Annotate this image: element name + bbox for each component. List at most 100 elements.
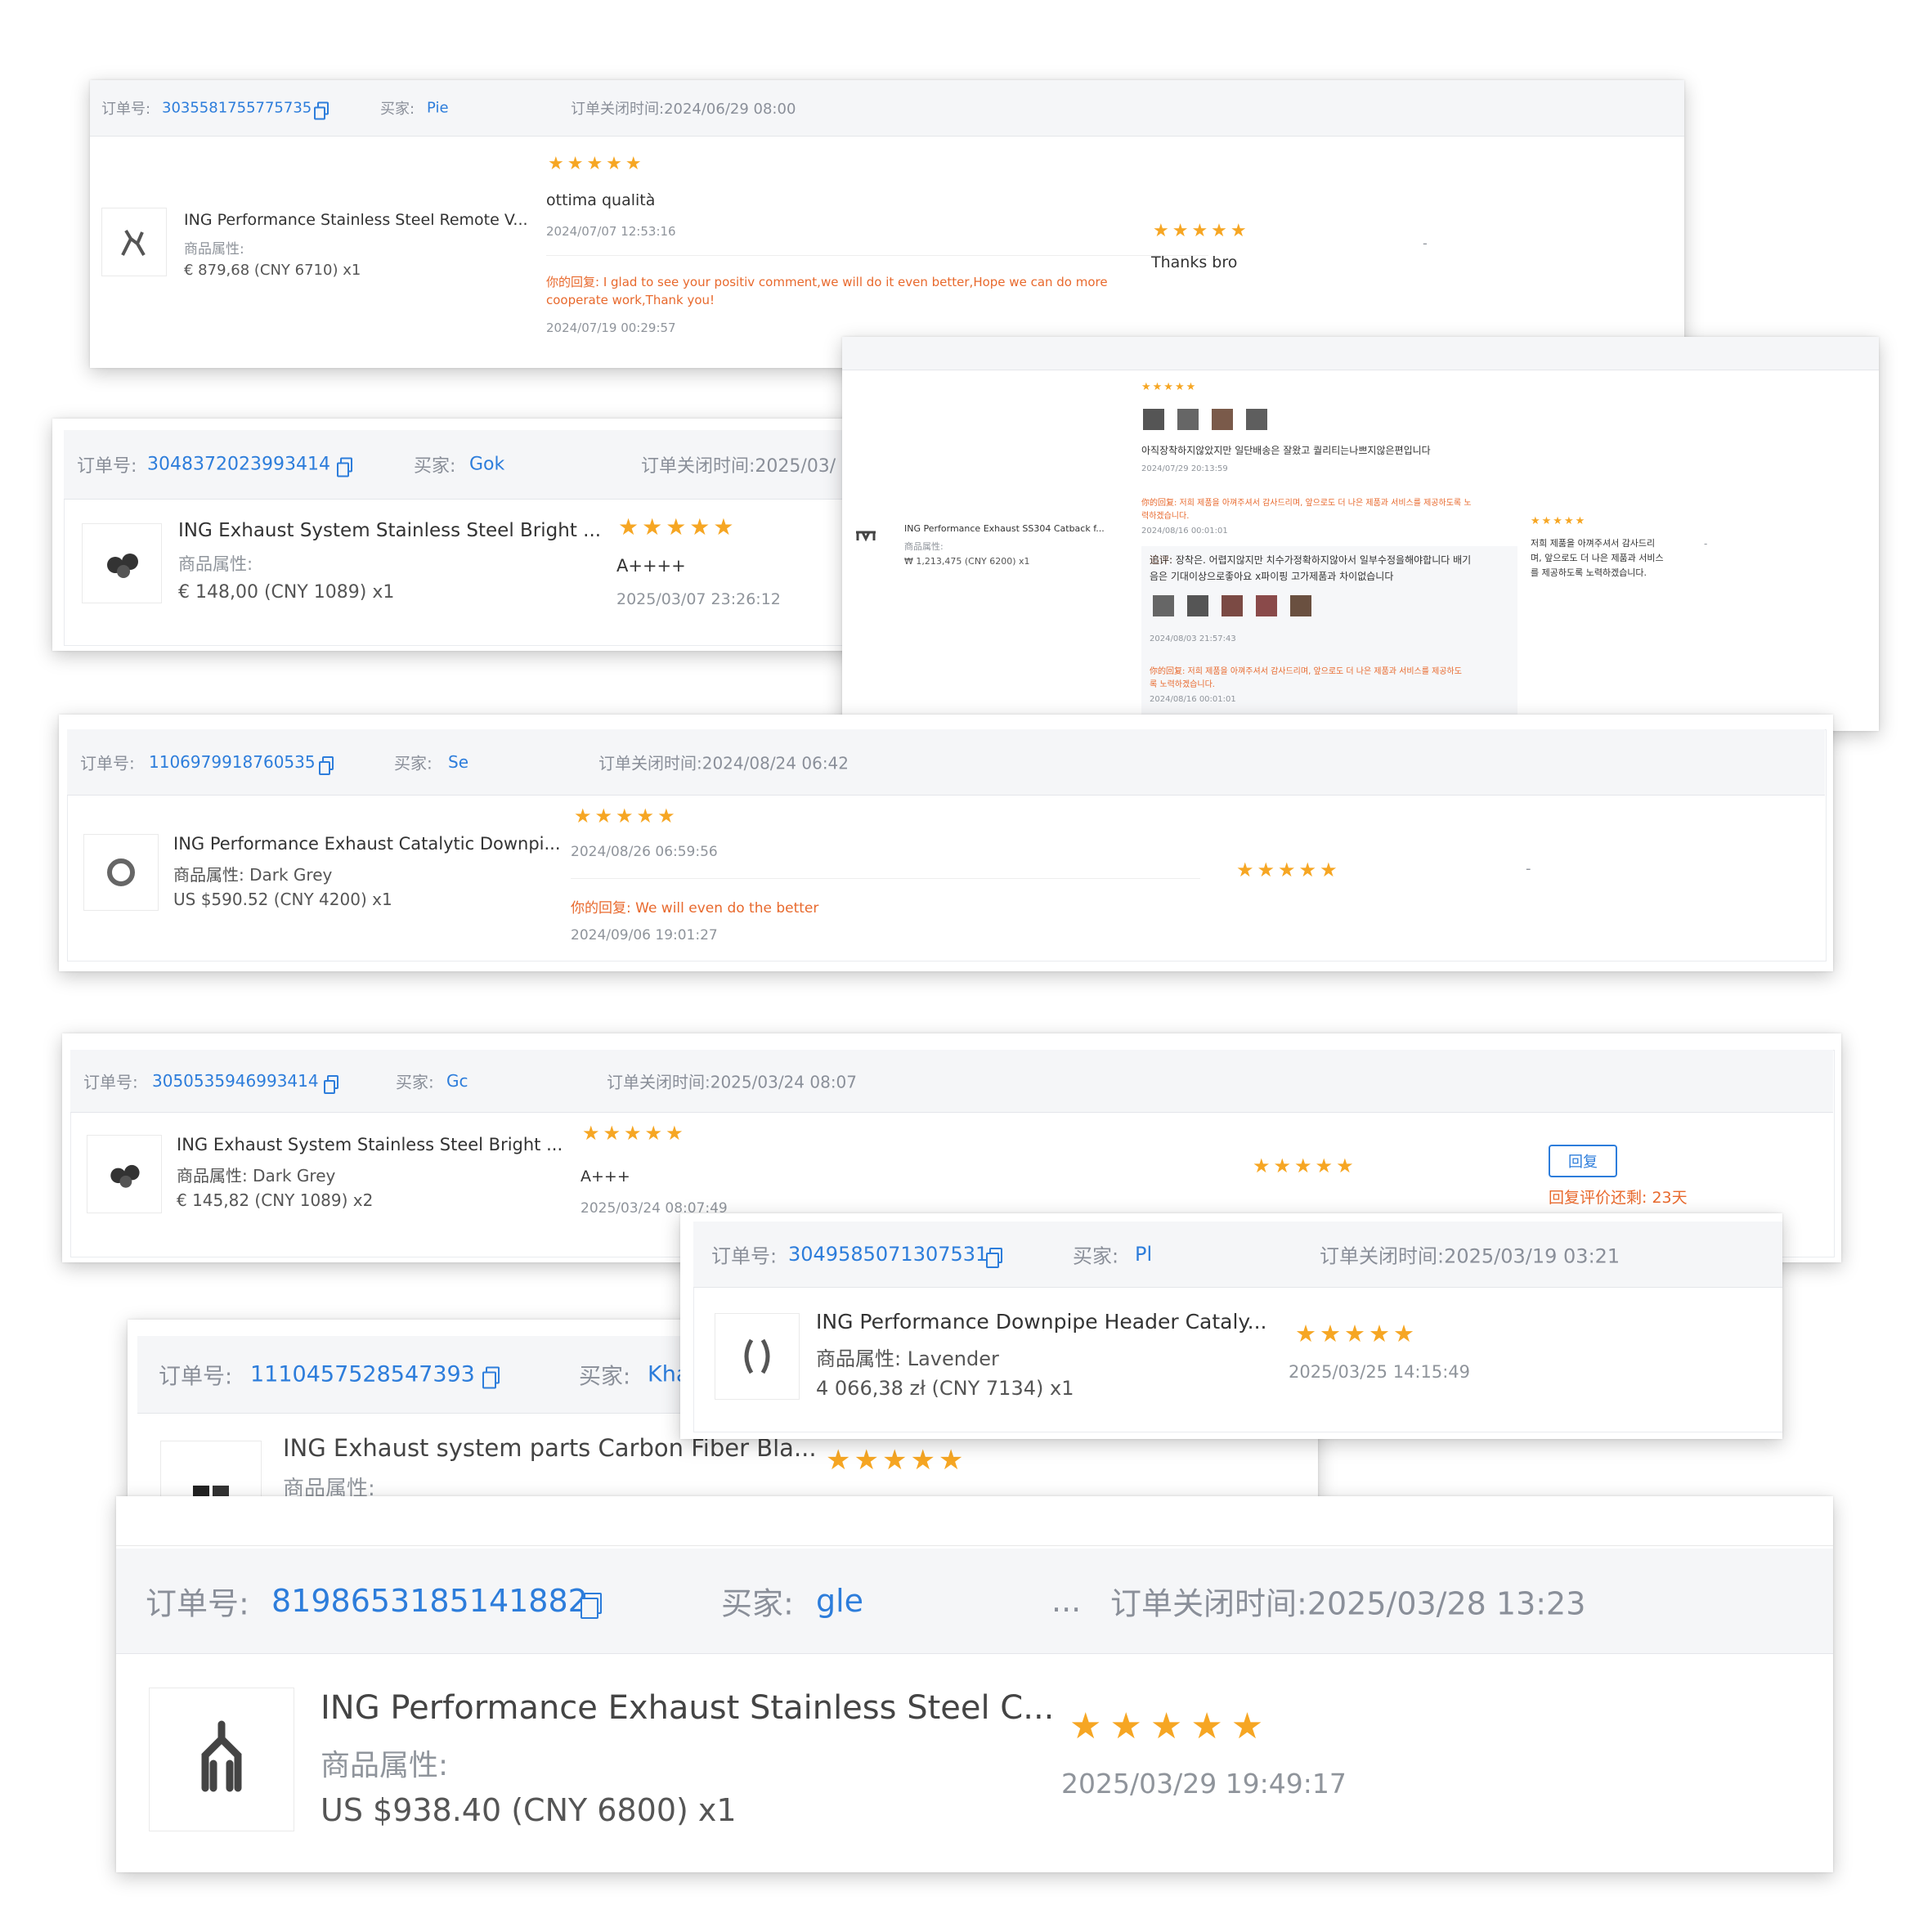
review-photos <box>1143 409 1267 430</box>
product-price: € 145,82 (CNY 1089) x2 <box>177 1190 374 1210</box>
copy-icon[interactable] <box>316 752 334 775</box>
product-thumbnail[interactable] <box>87 1135 162 1213</box>
order-number-link[interactable]: 1106979918760535 <box>149 752 316 772</box>
copy-icon[interactable] <box>334 455 352 477</box>
order-header: 订单号: 3049585071307531 买家: Pl 订单关闭时间:2025… <box>693 1222 1782 1288</box>
reply-time: 2024/08/16 00:01:01 <box>1141 527 1228 536</box>
order-card-korean: ING Performance Exhaust SS304 Catback f.… <box>842 337 1879 731</box>
product-title[interactable]: ING Exhaust System Stainless Steel Brigh… <box>177 1135 563 1154</box>
review-text: A++++ <box>616 556 686 576</box>
order-header: 订单号: 3048372023993414 买家: Gok 订单关闭时间:202… <box>64 430 903 500</box>
review-photo[interactable] <box>1153 595 1174 616</box>
buyer-name[interactable]: Gc <box>446 1071 468 1091</box>
review-photo[interactable] <box>1246 409 1267 430</box>
product-attribute: 商品属性: <box>904 541 944 552</box>
copy-icon[interactable] <box>983 1243 1002 1268</box>
order-no-label: 订单号: <box>159 1364 233 1390</box>
product-title[interactable]: ING Performance Exhaust Stainless Steel … <box>321 1689 1054 1727</box>
order-number-link[interactable]: 3050535946993414 <box>152 1071 319 1091</box>
buyer-label: 买家: <box>414 456 456 477</box>
order-no-label: 订单号: <box>146 1585 249 1622</box>
review-photo[interactable] <box>1177 409 1199 430</box>
product-thumbnail[interactable] <box>715 1313 800 1400</box>
review-text: ottima qualità <box>546 191 656 209</box>
reply-remaining-days: 回复评价还剩: 23天 <box>1549 1189 1688 1207</box>
buyer-label: 买家: <box>380 101 415 118</box>
copy-icon[interactable] <box>311 100 329 120</box>
order-closed-time: 订单关闭时间:2024/08/24 06:42 <box>598 753 849 773</box>
product-price: US $938.40 (CNY 6800) x1 <box>321 1792 737 1828</box>
product-title[interactable]: ING Performance Downpipe Header Cataly..… <box>816 1310 1267 1334</box>
review-time: 2025/03/29 19:49:17 <box>1061 1768 1347 1800</box>
order-number-link[interactable]: 3035581755775735 <box>162 100 312 117</box>
buyer-feedback: Thanks bro <box>1151 253 1238 271</box>
seller-reply: 你的回复: I glad to see your positiv comment… <box>546 275 1108 289</box>
order-header: 订单号: 3050535946993414 买家: Gc 订单关闭时间:2025… <box>70 1050 1833 1113</box>
product-title[interactable]: ING Exhaust System Stainless Steel Brigh… <box>178 520 601 541</box>
buyer-feedback-line-2: 며, 앞으로도 더 나은 제품과 서비스 <box>1531 553 1664 563</box>
product-thumbnail[interactable] <box>149 1688 294 1831</box>
product-title[interactable]: ING Performance Exhaust Catalytic Downpi… <box>173 834 561 854</box>
order-closed-time: 订单关闭时间:2025/03/24 08:07 <box>607 1072 858 1092</box>
product-attribute: 商品属性: Dark Grey <box>173 865 333 885</box>
order-number-link[interactable]: 8198653185141882 <box>271 1583 588 1619</box>
product-thumbnail[interactable] <box>160 1441 262 1503</box>
buyer-name[interactable]: gle <box>816 1583 863 1619</box>
rating-stars: ★★★★★ <box>1141 381 1198 393</box>
copy-icon[interactable] <box>321 1071 338 1094</box>
order-no-label: 订单号: <box>80 753 135 773</box>
follow-up-text-cont: 음은 기대이상으로좋아요 x파이핑 고가제품과 차이없습니다 <box>1150 571 1394 582</box>
buyer-name[interactable]: Gok <box>469 455 504 475</box>
order-number-link[interactable]: 3049585071307531 <box>788 1243 988 1266</box>
seller-reply: 你的回复: We will even do the better <box>571 900 819 917</box>
buyer-rating-stars: ★★★★★ <box>1153 221 1250 241</box>
buyer-label: 买家: <box>396 1072 434 1092</box>
buyer-label: 买家: <box>579 1364 631 1390</box>
product-thumbnail[interactable] <box>82 523 162 603</box>
seller-reply: 你的回复: 저희 제품을 아껴주셔서 감사드리며, 앞으로도 더 나은 제품과 … <box>1141 499 1472 508</box>
rating-stars: ★★★★★ <box>548 154 645 174</box>
buyer-name[interactable]: Pie <box>427 100 449 117</box>
order-header: 订单号: 1106979918760535 买家: Se 订单关闭时间:2024… <box>67 729 1825 796</box>
review-photo[interactable] <box>1143 409 1164 430</box>
follow-up-time: 2024/08/03 21:57:43 <box>1150 634 1236 643</box>
follow-up-box: 追评: 追评: 장착은. 어렵지않지만 치수가정확하지않아서 일부수정을해야합니… <box>1141 546 1517 716</box>
product-thumbnail[interactable] <box>83 834 159 911</box>
review-photo[interactable] <box>1187 595 1208 616</box>
rating-stars: ★★★★★ <box>1069 1706 1272 1747</box>
order-card-2: 订单号: 3048372023993414 买家: Gok 订单关闭时间:202… <box>52 419 903 651</box>
reply-time: 2024/09/06 19:01:27 <box>571 927 718 944</box>
product-thumbnail[interactable] <box>854 523 878 548</box>
order-no-label: 订单号: <box>711 1244 778 1268</box>
empty-cell: - <box>1423 235 1428 251</box>
review-photo[interactable] <box>1222 595 1243 616</box>
review-time: 2025/03/25 14:15:49 <box>1289 1362 1471 1382</box>
review-photo[interactable] <box>1212 409 1233 430</box>
rating-stars: ★★★★★ <box>1295 1320 1418 1347</box>
exhaust-product-icon <box>201 1720 242 1792</box>
product-title[interactable]: ING Performance Stainless Steel Remote V… <box>184 211 528 229</box>
product-title[interactable]: ING Performance Exhaust SS304 Catback f.… <box>904 523 1105 534</box>
divider <box>546 255 1208 256</box>
review-photo[interactable] <box>1256 595 1277 616</box>
buyer-name[interactable]: Se <box>448 752 468 772</box>
product-price: € 148,00 (CNY 1089) x1 <box>178 582 395 603</box>
review-photo[interactable] <box>1290 595 1311 616</box>
copy-icon[interactable] <box>479 1362 500 1389</box>
exhaust-product-icon <box>110 1164 140 1188</box>
order-card-3: 订单号: 1106979918760535 买家: Se 订单关闭时间:2024… <box>59 715 1833 971</box>
product-attribute: 商品属性: <box>184 241 244 258</box>
seller-reply-cont: 록 노력하겠습니다. <box>1150 680 1215 689</box>
copy-icon[interactable] <box>577 1583 602 1619</box>
product-thumbnail[interactable] <box>101 208 167 276</box>
buyer-name[interactable]: Pl <box>1135 1243 1152 1266</box>
product-attribute: 商品属性: Dark Grey <box>177 1166 336 1186</box>
order-header: 订单号: 8198653185141882 买家: gle ... 订单关闭时间… <box>116 1549 1833 1654</box>
order-no-label: 订单号: <box>101 101 151 118</box>
buyer-label: 买家: <box>721 1585 794 1622</box>
review-time: 2024/08/26 06:59:56 <box>571 844 718 860</box>
seller-reply-cont: 력하겠습니다. <box>1141 512 1190 521</box>
order-number-link[interactable]: 1110457528547393 <box>250 1362 475 1387</box>
reply-button[interactable]: 回复 <box>1549 1145 1617 1177</box>
order-number-link[interactable]: 3048372023993414 <box>147 455 330 475</box>
